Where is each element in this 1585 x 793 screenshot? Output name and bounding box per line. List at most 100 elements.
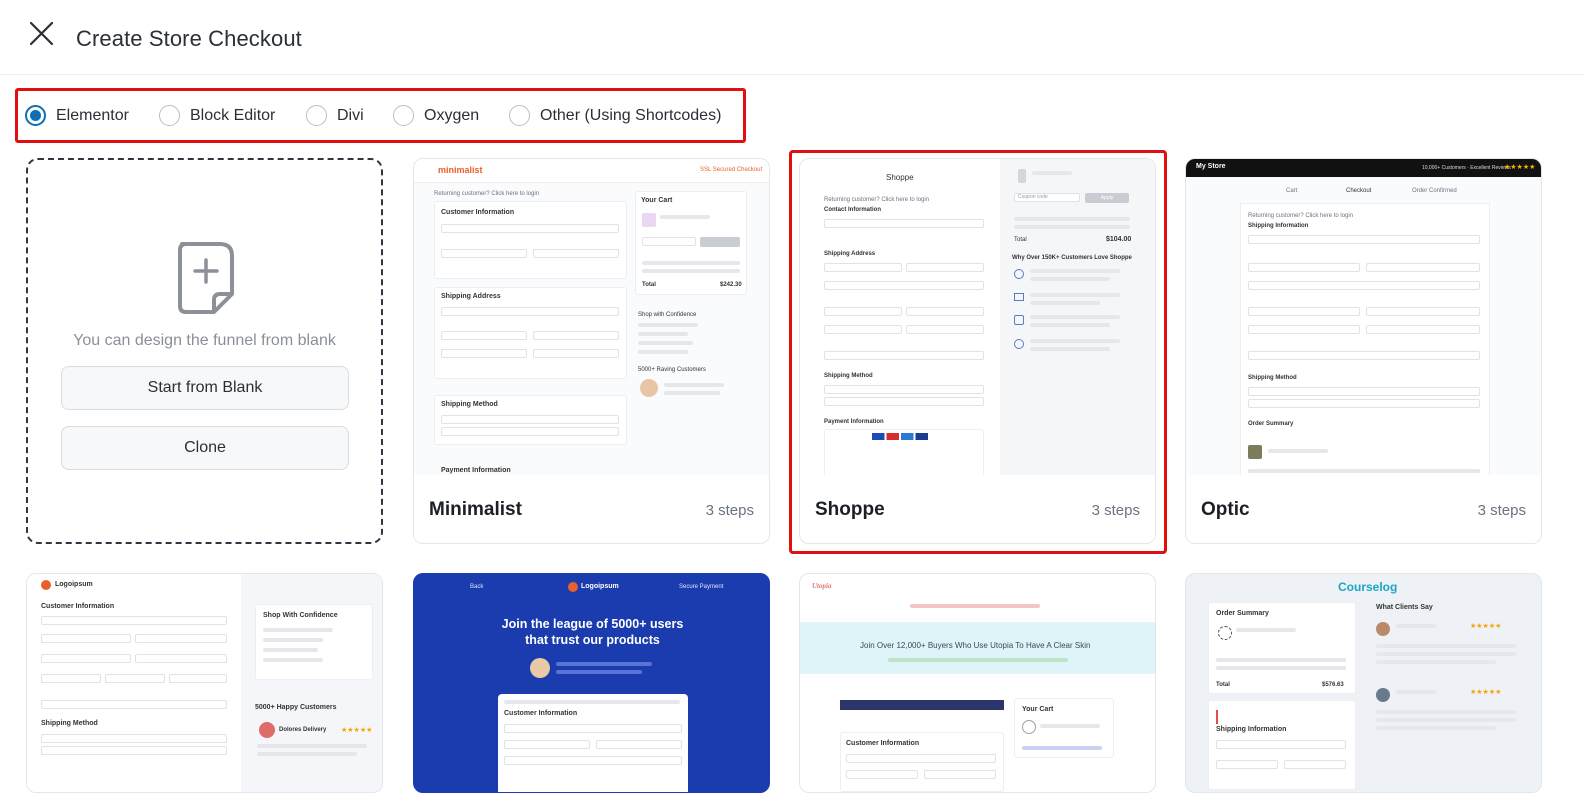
preview-total-label: Total bbox=[1216, 682, 1230, 688]
close-icon[interactable] bbox=[24, 18, 58, 52]
preview-heading: What Clients Say bbox=[1376, 604, 1433, 611]
rating-stars-icon: ★★★★★ bbox=[1470, 623, 1502, 630]
new-document-icon bbox=[176, 240, 236, 321]
preview-total-value: $242.30 bbox=[720, 282, 742, 288]
preview-heading: Shop With Confidence bbox=[263, 612, 338, 619]
preview-text: 10,000+ Customers · Excellent Reviews bbox=[1422, 165, 1511, 171]
preview-text: 5000+ Raving Customers bbox=[638, 367, 706, 373]
preview-secure: Secure Payment bbox=[679, 584, 724, 590]
preview-heading: Customer Information bbox=[41, 603, 115, 610]
preview-heading: Shipping Method bbox=[441, 401, 498, 408]
blank-funnel-card: You can design the funnel from blank Sta… bbox=[26, 158, 383, 544]
preview-heading: Shipping Information bbox=[1248, 223, 1309, 229]
preview-heading: Contact Information bbox=[824, 207, 881, 213]
preview-coupon: Coupon code bbox=[1014, 193, 1080, 202]
radio-other[interactable] bbox=[509, 105, 530, 126]
preview-heading: Shipping Method bbox=[1248, 375, 1297, 381]
template-steps: 3 steps bbox=[1477, 502, 1526, 519]
builder-label: Other (Using Shortcodes) bbox=[540, 106, 722, 124]
preview-heading: Payment Information bbox=[441, 467, 511, 474]
preview-heading: Why Over 150K+ Customers Love Shoppe bbox=[1012, 255, 1132, 261]
radio-oxygen[interactable] bbox=[393, 105, 414, 126]
radio-divi[interactable] bbox=[306, 105, 327, 126]
template-preview: minimalist SSL Secured Checkout Returnin… bbox=[414, 159, 769, 476]
preview-total-label: Total bbox=[642, 282, 656, 288]
template-footer: Minimalist 3 steps bbox=[414, 475, 769, 543]
builder-label: Elementor bbox=[56, 106, 129, 124]
preview-total-label: Total bbox=[1014, 237, 1027, 243]
preview-heading: Your Cart bbox=[641, 197, 673, 204]
logo-icon bbox=[41, 580, 51, 590]
preview-heading: 5000+ Happy Customers bbox=[255, 704, 337, 711]
template-card-optic[interactable]: My Store 10,000+ Customers · Excellent R… bbox=[1185, 158, 1542, 544]
preview-heading: Payment Information bbox=[824, 419, 884, 425]
preview-text: Returning customer? Click here to login bbox=[824, 197, 930, 203]
template-steps: 3 steps bbox=[705, 502, 754, 519]
template-card-courselog[interactable]: Courselog Order Summary Total $576.63 Sh… bbox=[1185, 573, 1542, 793]
start-from-blank-button[interactable]: Start from Blank bbox=[61, 366, 349, 410]
preview-logo: Courselog bbox=[1338, 580, 1398, 594]
preview-total-value: $104.00 bbox=[1106, 236, 1132, 243]
preview-step: Order Confirmed bbox=[1412, 188, 1457, 194]
preview-heading: Customer Information bbox=[441, 209, 515, 216]
preview-apply: Apply bbox=[1085, 193, 1129, 203]
rating-stars-icon: ★★★★★ bbox=[1470, 689, 1502, 696]
preview-logo: Logoipsum bbox=[581, 583, 619, 590]
template-steps: 3 steps bbox=[1091, 502, 1140, 519]
template-card-shoppe[interactable]: Shoppe Returning customer? Click here to… bbox=[799, 158, 1156, 544]
preview-heading: Customer Information bbox=[846, 740, 920, 747]
template-footer: Shoppe 3 steps bbox=[800, 475, 1155, 543]
preview-text: Returning customer? Click here to login bbox=[434, 191, 540, 197]
preview-heading: Order Summary bbox=[1248, 421, 1294, 427]
preview-heading: Shipping Information bbox=[1216, 726, 1287, 733]
template-preview: My Store 10,000+ Customers · Excellent R… bbox=[1186, 159, 1541, 476]
preview-step: Checkout bbox=[1346, 188, 1372, 194]
template-card-logoipsum-blue[interactable]: Back Logoipsum Secure Payment Join the l… bbox=[413, 573, 770, 793]
template-name: Optic bbox=[1201, 499, 1250, 520]
builder-option-elementor[interactable]: Elementor bbox=[25, 105, 129, 126]
clone-button[interactable]: Clone bbox=[61, 426, 349, 470]
preview-heading: Customer Information bbox=[504, 710, 578, 717]
builder-label: Divi bbox=[337, 106, 364, 124]
preview-heading: Order Summary bbox=[1216, 610, 1269, 617]
preview-badge: SSL Secured Checkout bbox=[700, 167, 763, 173]
preview-text: Shop with Confidence bbox=[638, 312, 697, 318]
preview-logo: Shoppe bbox=[886, 173, 914, 182]
preview-heading: Shipping Method bbox=[824, 373, 873, 379]
builder-option-block-editor[interactable]: Block Editor bbox=[159, 105, 275, 126]
preview-logo: Logoipsum bbox=[55, 581, 93, 588]
preview-back: Back bbox=[470, 584, 484, 590]
rating-stars-icon: ★★★★★ bbox=[1504, 164, 1536, 171]
builder-label: Oxygen bbox=[424, 106, 480, 124]
preview-headline: Join the league of 5000+ users bbox=[501, 617, 684, 631]
preview-heading: Your Cart bbox=[1022, 706, 1054, 713]
preview-heading: Shipping Address bbox=[441, 293, 501, 300]
page-title: Create Store Checkout bbox=[76, 26, 302, 51]
template-card-logoipsum-light[interactable]: Logoipsum Customer Information Shipping … bbox=[26, 573, 383, 793]
preview-total-value: $576.63 bbox=[1322, 682, 1344, 688]
blank-description: You can design the funnel from blank bbox=[73, 332, 336, 349]
template-footer: Optic 3 steps bbox=[1186, 475, 1541, 543]
logo-icon bbox=[568, 582, 578, 592]
preview-logo: Utopia bbox=[812, 582, 832, 590]
template-name: Shoppe bbox=[815, 499, 885, 520]
builder-option-oxygen[interactable]: Oxygen bbox=[393, 105, 479, 126]
builder-option-divi[interactable]: Divi bbox=[306, 105, 364, 126]
preview-logo: minimalist bbox=[438, 165, 483, 175]
template-card-minimalist[interactable]: minimalist SSL Secured Checkout Returnin… bbox=[413, 158, 770, 544]
template-name: Minimalist bbox=[429, 499, 522, 520]
preview-headline: that trust our products bbox=[525, 633, 660, 647]
header: Create Store Checkout bbox=[0, 0, 1585, 75]
radio-block-editor[interactable] bbox=[159, 105, 180, 126]
builder-label: Block Editor bbox=[190, 106, 276, 124]
preview-reviewer: Dolores Delivery bbox=[279, 727, 327, 733]
preview-text: Returning customer? Click here to login bbox=[1248, 213, 1354, 219]
template-card-utopia[interactable]: Utopia Join Over 12,000+ Buyers Who Use … bbox=[799, 573, 1156, 793]
rating-stars-icon: ★★★★★ bbox=[341, 727, 373, 734]
preview-heading: Shipping Address bbox=[824, 251, 876, 257]
preview-headline: Join Over 12,000+ Buyers Who Use Utopia … bbox=[860, 641, 1091, 650]
builder-option-other[interactable]: Other (Using Shortcodes) bbox=[509, 105, 721, 126]
radio-elementor[interactable] bbox=[25, 105, 46, 126]
preview-logo: My Store bbox=[1196, 163, 1226, 170]
page-builder-selector: Elementor Block Editor Divi Oxygen Other… bbox=[15, 88, 746, 143]
